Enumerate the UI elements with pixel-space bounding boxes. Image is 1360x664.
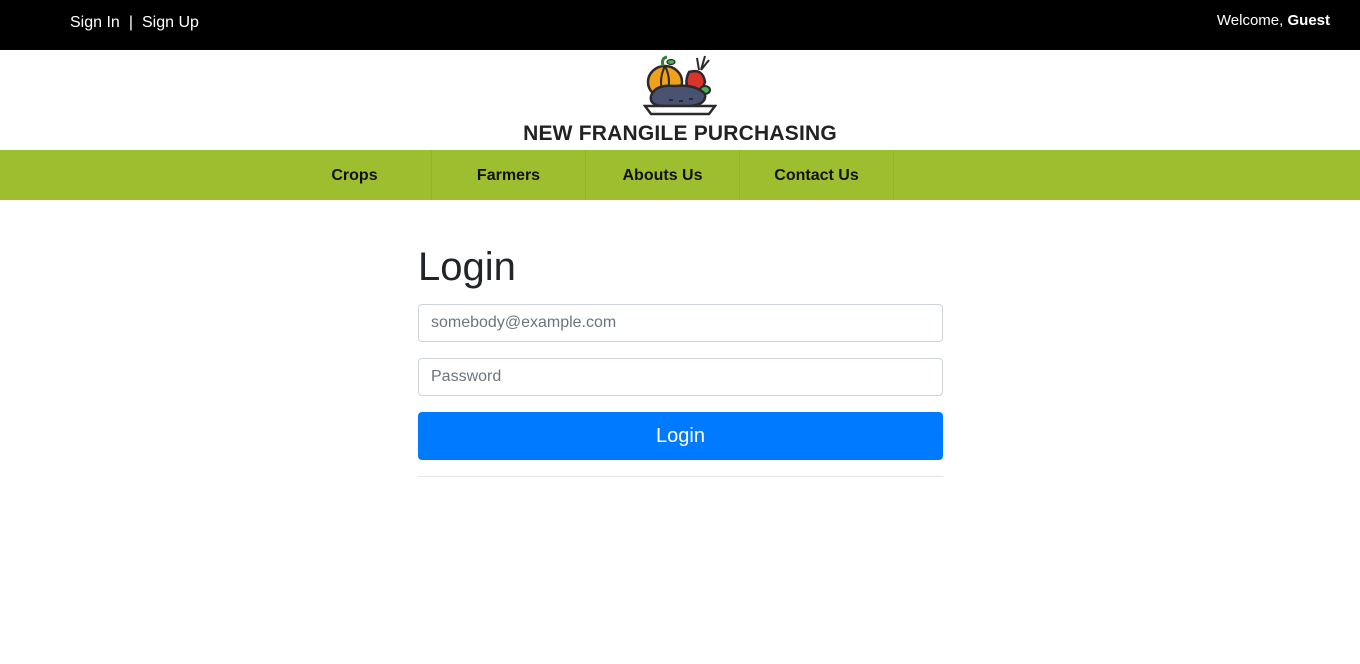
sign-up-link[interactable]: Sign Up [142,14,199,31]
nav-item-about-us[interactable]: Abouts Us [586,150,740,200]
site-title: NEW FRANGILE PURCHASING [523,122,837,145]
email-field[interactable] [418,304,943,342]
nav-item-contact-us[interactable]: Contact Us [740,150,894,200]
brand-header: NEW FRANGILE PURCHASING [0,50,1360,150]
sign-in-link[interactable]: Sign In [70,14,120,31]
password-field[interactable] [418,358,943,396]
form-divider [418,476,943,477]
auth-separator: | [128,14,133,31]
top-bar: Sign In | Sign Up Welcome, Guest [0,0,1360,50]
login-heading: Login [418,245,516,289]
nav-item-crops[interactable]: Crops [278,150,432,200]
login-button[interactable]: Login [418,412,943,460]
welcome-username: Guest [1287,12,1330,29]
main-nav: Crops Farmers Abouts Us Contact Us [0,150,1360,200]
auth-links: Sign In | Sign Up [70,13,199,33]
vegetable-basket-icon [643,55,717,116]
nav-items: Crops Farmers Abouts Us Contact Us [278,150,894,200]
welcome-prefix: Welcome, [1216,12,1284,29]
nav-item-farmers[interactable]: Farmers [432,150,586,200]
welcome-message: Welcome, Guest [1217,11,1330,31]
login-form: Login Login [418,240,943,477]
